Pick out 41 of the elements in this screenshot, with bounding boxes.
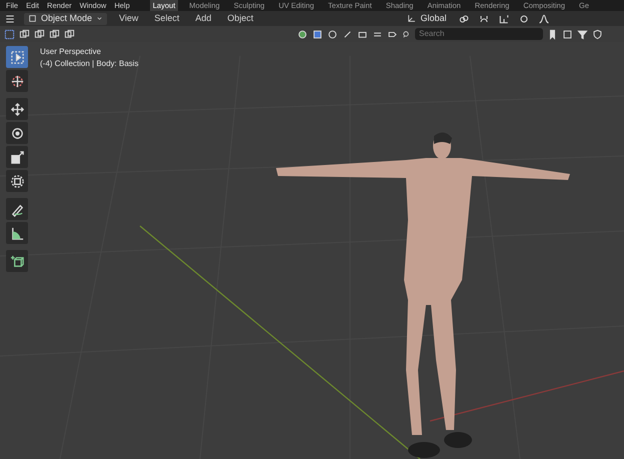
axes-icon <box>407 14 416 23</box>
viewport-info-text: (-4) Collection | Body: Basis <box>40 58 139 70</box>
tool-button[interactable] <box>6 250 28 272</box>
select-invert-icon <box>49 28 60 40</box>
cursor-icon <box>10 74 24 88</box>
select-subtract-icon <box>34 28 45 40</box>
tool-button[interactable] <box>6 98 28 120</box>
tool-button[interactable] <box>6 222 28 244</box>
measure-icon <box>10 226 24 240</box>
menu-item[interactable]: View <box>115 12 142 26</box>
add-cube-icon <box>10 254 24 268</box>
select-icon <box>10 50 24 64</box>
tool-button[interactable] <box>6 146 28 168</box>
select-extend-icon <box>19 28 30 40</box>
menu-item[interactable]: Add <box>191 12 216 26</box>
scale-icon <box>10 150 24 164</box>
select-intersect-icon <box>64 28 75 40</box>
mode-dropdown[interactable]: Object Mode <box>24 12 108 24</box>
pivot-icon <box>458 12 470 24</box>
transform-icon <box>10 174 24 188</box>
editor-type-icon <box>4 12 16 24</box>
tool-button[interactable] <box>6 170 28 192</box>
viewport-shading-icon <box>297 28 308 40</box>
orientation-dropdown[interactable]: Global <box>403 12 450 24</box>
filter-icon <box>577 28 588 40</box>
search-field[interactable]: Search <box>415 28 543 40</box>
menu-item[interactable]: Object <box>223 12 258 26</box>
move-icon <box>10 102 24 116</box>
menu-item[interactable]: Select <box>150 12 184 26</box>
tool-button[interactable] <box>6 198 28 220</box>
object-mode-icon <box>28 14 37 23</box>
object-type-icon <box>312 28 323 40</box>
bookmark-icon <box>547 28 558 40</box>
rotate-icon <box>10 126 24 140</box>
select-new-icon <box>4 28 15 40</box>
search-icon <box>402 30 411 38</box>
tool-button[interactable] <box>6 70 28 92</box>
viewport-info-text: User Perspective <box>40 46 102 58</box>
chevron-icon <box>96 15 104 22</box>
falloff-curve-icon <box>538 12 550 24</box>
tool-button[interactable] <box>6 122 28 144</box>
